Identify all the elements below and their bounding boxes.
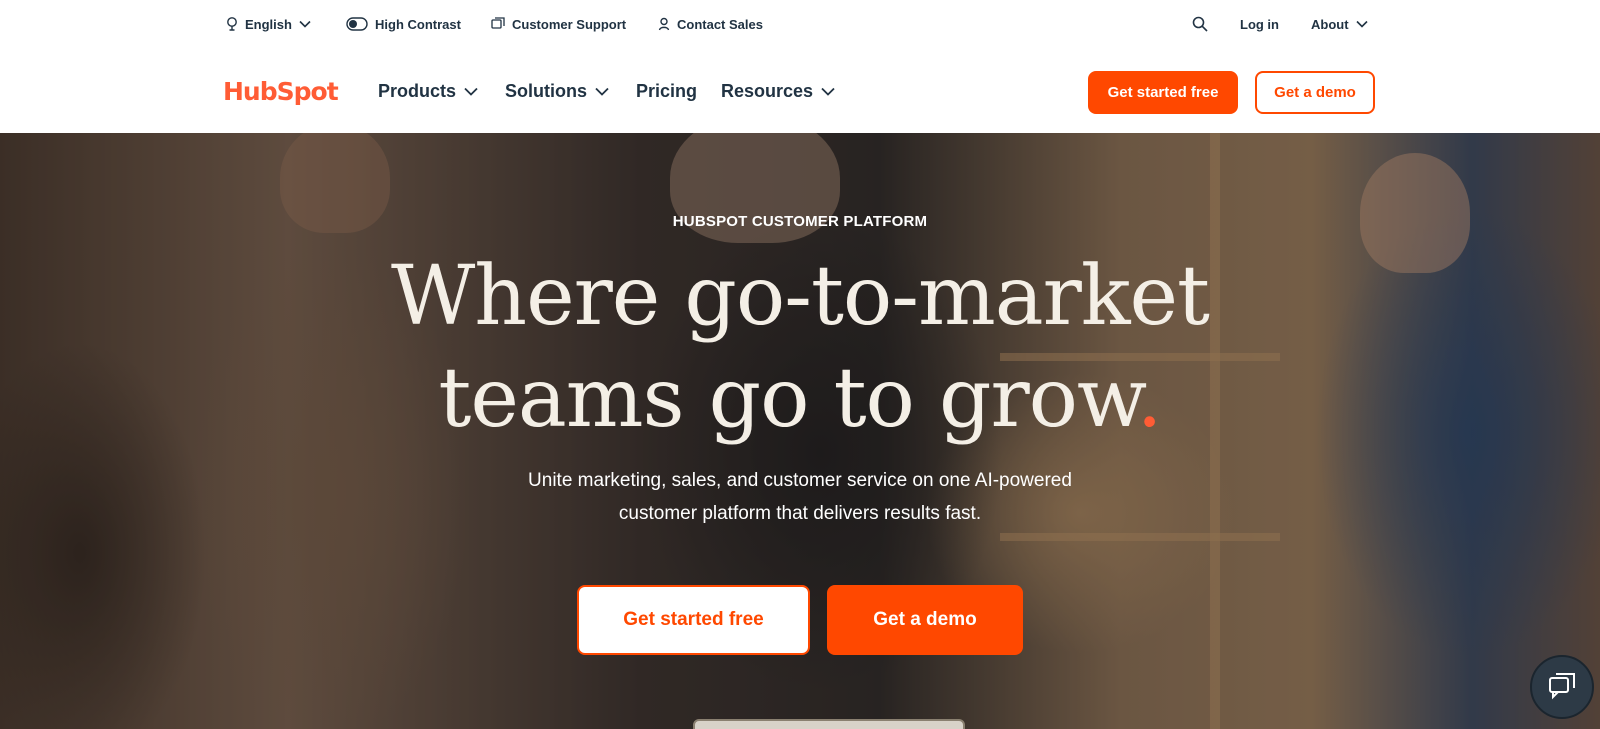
chevron-down-icon [299, 20, 311, 28]
about-menu[interactable]: About [1311, 15, 1368, 33]
hero-headline-line2: teams go to grow [438, 351, 1137, 446]
hero-subheading-line2: customer platform that delivers results … [618, 503, 982, 524]
language-selector[interactable]: English [226, 15, 311, 33]
chevron-down-icon [821, 87, 835, 96]
hero-section: HUBSPOT CUSTOMER PLATFORM Where go-to-ma… [0, 133, 1600, 729]
chevron-down-icon [464, 87, 478, 96]
high-contrast-label: High Contrast [375, 16, 461, 32]
high-contrast-toggle[interactable]: High Contrast [346, 15, 461, 33]
nav-resources-label: Resources [721, 80, 814, 101]
person-icon [658, 17, 670, 31]
language-label: English [245, 16, 292, 32]
customer-support-link[interactable]: Customer Support [491, 15, 626, 33]
nav-get-demo-button[interactable]: Get a demo [1255, 71, 1375, 114]
search-button[interactable] [1192, 15, 1208, 33]
chevron-down-icon [595, 87, 609, 96]
chat-launcher-icon [1547, 670, 1577, 705]
about-label: About [1311, 16, 1349, 32]
hero-get-started-button[interactable]: Get started free [577, 585, 810, 655]
hero-headline: Where go-to-market teams go to grow. [0, 246, 1600, 450]
nav-products-label: Products [378, 80, 457, 101]
chat-launcher-button[interactable] [1530, 655, 1594, 719]
login-label: Log in [1240, 16, 1279, 32]
search-icon [1192, 16, 1208, 32]
contact-sales-link[interactable]: Contact Sales [658, 15, 763, 33]
hero-subheading-line1: Unite marketing, sales, and customer ser… [528, 470, 1072, 491]
customer-support-label: Customer Support [512, 16, 627, 32]
nav-pricing-label: Pricing [636, 80, 698, 101]
main-navigation: HubSpot Products Solutions Pricing Resou… [0, 48, 1600, 133]
login-link[interactable]: Log in [1240, 15, 1279, 33]
chevron-down-icon [1355, 20, 1368, 28]
background-laptop [693, 719, 965, 729]
hero-get-demo-button[interactable]: Get a demo [827, 585, 1023, 655]
hero-headline-dot: . [1136, 351, 1163, 446]
contact-sales-label: Contact Sales [677, 16, 763, 32]
nav-pricing[interactable]: Pricing [636, 79, 697, 103]
nav-products[interactable]: Products [378, 79, 478, 103]
utility-bar: English High Contrast Customer Support C… [0, 0, 1600, 48]
hubspot-logo[interactable]: HubSpot [223, 74, 339, 108]
hero-headline-line1: Where go-to-market [390, 249, 1210, 344]
nav-solutions-label: Solutions [505, 80, 587, 101]
contrast-toggle-icon [346, 17, 368, 31]
nav-solutions[interactable]: Solutions [505, 79, 609, 103]
logo-wordmark: HubSpot [223, 76, 339, 106]
hero-subheading: Unite marketing, sales, and customer ser… [500, 464, 1100, 530]
support-chat-icon [491, 17, 505, 31]
nav-get-started-button[interactable]: Get started free [1088, 71, 1238, 114]
nav-resources[interactable]: Resources [721, 79, 835, 103]
hero-eyebrow: HUBSPOT CUSTOMER PLATFORM [672, 213, 928, 230]
globe-icon [226, 17, 238, 31]
